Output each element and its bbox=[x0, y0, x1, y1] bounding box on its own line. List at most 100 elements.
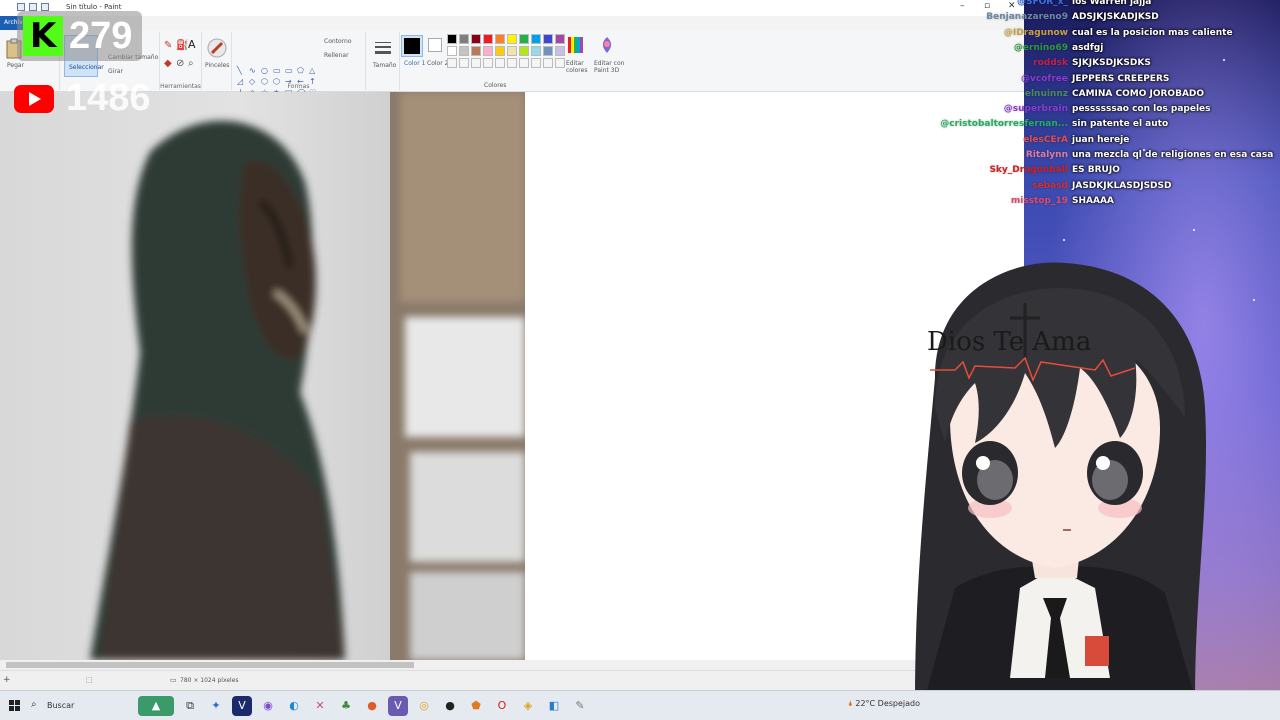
opera-icon[interactable]: O bbox=[492, 696, 512, 716]
size-button[interactable]: Tamaño bbox=[373, 62, 396, 69]
outline-button[interactable]: Contorno bbox=[324, 38, 352, 45]
palette-swatch[interactable] bbox=[483, 58, 493, 68]
palette-swatch[interactable] bbox=[471, 58, 481, 68]
edit-paint3d-button[interactable]: Editar con Paint 3D bbox=[594, 60, 626, 74]
chat-message: roddsk SJKJKSDJKSDKS bbox=[900, 58, 1280, 73]
edit-colors-icon[interactable] bbox=[567, 36, 583, 54]
palette-swatch[interactable] bbox=[543, 34, 553, 44]
magnifier-icon[interactable]: ⌕ bbox=[188, 58, 194, 69]
youtube-logo-icon bbox=[14, 84, 54, 113]
palette-swatch[interactable] bbox=[459, 34, 469, 44]
taskbar-apps: ▲ ⧉ ✦ V ◉ ◐ ✕ ♣ ● V ◎ ● ⬟ O ◈ ◧ ✎ bbox=[138, 696, 590, 716]
palette-swatch[interactable] bbox=[519, 58, 529, 68]
paint3d-icon[interactable] bbox=[598, 36, 616, 54]
color1-swatch[interactable] bbox=[401, 35, 423, 57]
chat-username: @SFOR_x_ bbox=[1016, 0, 1068, 7]
rotate-button[interactable]: Girar bbox=[108, 68, 123, 75]
text-tool-icon[interactable]: A bbox=[188, 38, 196, 51]
edge-icon[interactable]: ◐ bbox=[284, 696, 304, 716]
chat-username: @cristobaltorresfernan... bbox=[940, 119, 1068, 130]
chat-text: SHAAAA bbox=[1072, 195, 1114, 206]
title-bar: Sin título - Paint – ▫ ✕ bbox=[0, 0, 1024, 16]
palette-swatch[interactable] bbox=[459, 58, 469, 68]
copilot-icon[interactable]: ✦ bbox=[206, 696, 226, 716]
palette-swatch[interactable] bbox=[483, 46, 493, 56]
palette-swatch[interactable] bbox=[447, 34, 457, 44]
chat-username: elnuinnz bbox=[1024, 88, 1068, 99]
chat-message: @ernino69 asdfgj bbox=[900, 43, 1280, 58]
paste-button[interactable]: Pegar bbox=[7, 62, 24, 69]
weather-widget[interactable]: 🌢 22°C Despejado bbox=[848, 699, 920, 709]
palette-swatch[interactable] bbox=[471, 34, 481, 44]
app-icon[interactable]: ◉ bbox=[258, 696, 278, 716]
visual-studio-2-icon[interactable]: V bbox=[388, 696, 408, 716]
palette-swatch[interactable] bbox=[495, 46, 505, 56]
palette-swatch[interactable] bbox=[507, 46, 517, 56]
palette-swatch[interactable] bbox=[555, 58, 565, 68]
fill-button[interactable]: Rellenar bbox=[324, 52, 349, 59]
redo-icon[interactable] bbox=[41, 3, 49, 11]
palette-swatch[interactable] bbox=[555, 46, 565, 56]
palette-swatch[interactable] bbox=[447, 58, 457, 68]
palette-swatch[interactable] bbox=[531, 34, 541, 44]
brushes-button[interactable]: Pinceles bbox=[205, 62, 229, 69]
chat-message: misstop_19 SHAAAA bbox=[900, 196, 1280, 211]
horizontal-scrollbar[interactable] bbox=[0, 660, 1024, 670]
task-view-icon[interactable]: ⧉ bbox=[180, 696, 200, 716]
palette-swatch[interactable] bbox=[531, 46, 541, 56]
app7-icon[interactable]: ◧ bbox=[544, 696, 564, 716]
app5-icon[interactable]: ⬟ bbox=[466, 696, 486, 716]
palette-swatch[interactable] bbox=[531, 58, 541, 68]
color2-swatch[interactable] bbox=[428, 38, 442, 52]
windows-start-icon[interactable] bbox=[9, 700, 20, 711]
cursor-position-icon: + bbox=[3, 675, 11, 685]
fill-bucket-icon[interactable]: ⛽ bbox=[176, 40, 188, 51]
status-bar: + ⬚ ▭ 780 × 1024 píxeles bbox=[0, 670, 1024, 690]
palette-swatch[interactable] bbox=[495, 58, 505, 68]
palette-swatch[interactable] bbox=[507, 34, 517, 44]
chat-username: @IDragunow bbox=[1003, 27, 1068, 38]
palette-swatch[interactable] bbox=[495, 34, 505, 44]
canvas-area[interactable] bbox=[0, 92, 1024, 662]
save-icon[interactable] bbox=[17, 3, 25, 11]
palette-swatch[interactable] bbox=[543, 58, 553, 68]
chat-text: asdfgj bbox=[1072, 42, 1104, 53]
paint-icon[interactable]: ✎ bbox=[570, 696, 590, 716]
chat-message: @cristobaltorresfernan... sin patente el … bbox=[900, 119, 1280, 134]
app3-icon[interactable]: ♣ bbox=[336, 696, 356, 716]
app6-icon[interactable]: ◈ bbox=[518, 696, 538, 716]
tools-group: ✎ ⛽ A ◆ ⊘ ⌕ Herramientas bbox=[160, 32, 202, 90]
firefox-icon[interactable]: ● bbox=[362, 696, 382, 716]
app2-icon[interactable]: ✕ bbox=[310, 696, 330, 716]
palette-swatch[interactable] bbox=[543, 46, 553, 56]
palette-swatch[interactable] bbox=[519, 34, 529, 44]
palette-swatch[interactable] bbox=[507, 58, 517, 68]
widgets-icon[interactable]: ▲ bbox=[138, 696, 174, 716]
chat-text: ES BRUJO bbox=[1072, 165, 1120, 176]
palette-swatch[interactable] bbox=[459, 46, 469, 56]
pencil-icon[interactable]: ✎ bbox=[164, 40, 172, 51]
edit-colors-button[interactable]: Editar colores bbox=[566, 60, 588, 74]
jesus-pin-icon bbox=[1085, 636, 1109, 666]
taskbar-search[interactable]: ⌕ Buscar bbox=[27, 695, 127, 717]
visual-studio-icon[interactable]: V bbox=[232, 696, 252, 716]
chat-message: @vcofree JEPPERS CREEPERS bbox=[900, 74, 1280, 89]
chat-text: JEPPERS CREEPERS bbox=[1072, 73, 1170, 84]
chat-username: Benjanazareno9 bbox=[986, 12, 1068, 23]
palette-swatch[interactable] bbox=[483, 34, 493, 44]
chat-text: cual es la posicion mas caliente bbox=[1072, 27, 1233, 38]
undo-icon[interactable] bbox=[29, 3, 37, 11]
palette-swatch[interactable] bbox=[519, 46, 529, 56]
color-palette[interactable] bbox=[447, 34, 566, 69]
palette-swatch[interactable] bbox=[471, 46, 481, 56]
palette-swatch[interactable] bbox=[555, 34, 565, 44]
color-picker-icon[interactable]: ⊘ bbox=[176, 58, 184, 69]
chrome-icon[interactable]: ◎ bbox=[414, 696, 434, 716]
chat-message: Benjanazareno9 ADSJKJSKADJKSD bbox=[900, 12, 1280, 27]
brush-icon[interactable] bbox=[207, 38, 227, 58]
eraser-icon[interactable]: ◆ bbox=[164, 58, 172, 69]
scrollbar-thumb[interactable] bbox=[6, 662, 414, 668]
app4-icon[interactable]: ● bbox=[440, 696, 460, 716]
palette-swatch[interactable] bbox=[447, 46, 457, 56]
size-icon[interactable] bbox=[375, 42, 391, 54]
